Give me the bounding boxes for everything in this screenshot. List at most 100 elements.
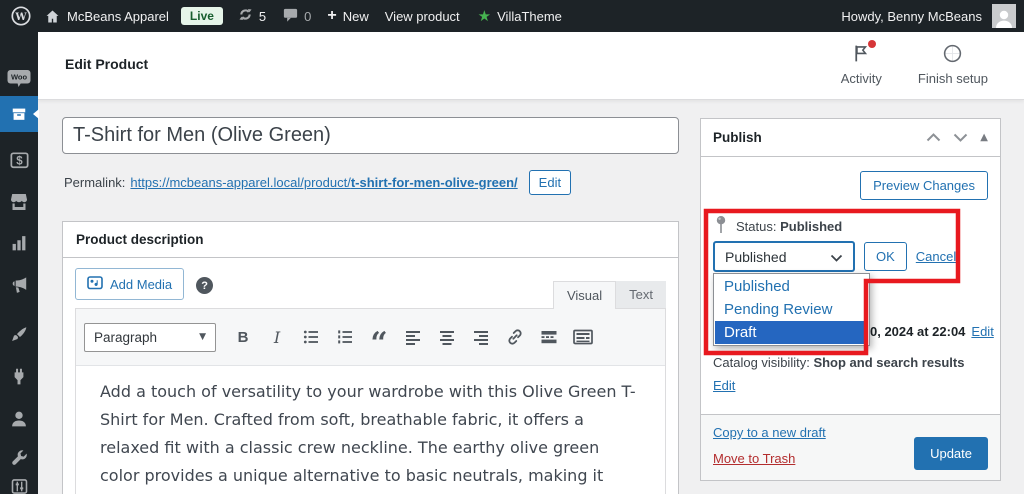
admin-bar: W McBeans Apparel Live 5 [0, 0, 1024, 32]
pin-icon [715, 215, 727, 237]
bold-button[interactable]: B [228, 323, 258, 351]
howdy-account-link[interactable]: Howdy, Benny McBeans [841, 9, 982, 24]
comments-item[interactable]: 0 [282, 6, 311, 26]
italic-button[interactable]: I [262, 323, 292, 351]
numbered-list-button[interactable] [330, 323, 360, 351]
product-title-input[interactable] [62, 117, 679, 154]
option-published[interactable]: Published [715, 275, 868, 298]
active-item-notch [28, 109, 39, 119]
product-description-text[interactable]: Add a touch of versatility to your wardr… [76, 366, 665, 494]
panel-header-icons: ▲ [926, 130, 988, 145]
sidebar-item-settings[interactable] [0, 476, 38, 494]
view-product-link[interactable]: View product [385, 9, 460, 24]
publish-title: Publish [713, 130, 762, 145]
sidebar-item-products-active[interactable] [0, 96, 38, 132]
collapse-panel-icon[interactable]: ▲ [980, 132, 988, 143]
catalog-visibility-label: Catalog visibility: [713, 355, 813, 370]
align-center-button[interactable] [432, 323, 462, 351]
status-text: Status: Published [736, 219, 842, 234]
permalink-base: https://mcbeans-apparel.local/product/ [130, 175, 350, 190]
update-count: 5 [259, 9, 266, 24]
sidebar-item-users[interactable] [0, 408, 38, 430]
option-draft-selected[interactable]: Draft [715, 321, 868, 344]
preview-changes-button[interactable]: Preview Changes [860, 171, 988, 200]
permalink-row: Permalink: https://mcbeans-apparel.local… [64, 168, 571, 196]
publish-panel-header[interactable]: Publish ▲ [701, 119, 1000, 157]
comment-count: 0 [304, 9, 311, 24]
add-media-icon [87, 275, 103, 293]
option-pending-review[interactable]: Pending Review [715, 298, 868, 321]
dropdown-arrow-icon: ▼ [199, 332, 206, 342]
read-more-tag-button[interactable] [534, 323, 564, 351]
align-right-button[interactable] [466, 323, 496, 351]
preview-row: Preview Changes [860, 171, 988, 200]
site-name-link[interactable]: McBeans Apparel [67, 9, 169, 24]
sidebar-item-analytics[interactable] [0, 232, 38, 254]
sidebar-item-woocommerce[interactable]: Woo [0, 68, 38, 90]
sidebar-item-appearance[interactable] [0, 324, 38, 346]
catalog-visibility-row: Catalog visibility: Shop and search resu… [713, 354, 988, 396]
wp-logo-letter: W [14, 12, 27, 23]
finish-setup-button[interactable]: Finish setup [918, 43, 988, 86]
publish-panel: Publish ▲ Preview Changes [700, 118, 1001, 481]
status-select-row: Published OK Cancel [713, 241, 956, 272]
blockquote-button[interactable]: “ [364, 330, 394, 358]
sidebar-item-store[interactable] [0, 190, 38, 214]
help-icon[interactable]: ? [196, 277, 213, 294]
editor-box: Paragraph ▼ B I [75, 308, 666, 494]
published-on-row-partial: 0, 2024 at 22:04 Edit [870, 324, 994, 339]
add-media-button[interactable]: Add Media [75, 268, 184, 300]
permalink-link[interactable]: https://mcbeans-apparel.local/product/t-… [130, 175, 517, 190]
catalog-edit-link[interactable]: Edit [713, 378, 735, 393]
tab-visual[interactable]: Visual [553, 281, 616, 309]
sidebar-item-payments[interactable]: $ [0, 149, 38, 172]
home-icon[interactable] [44, 8, 61, 25]
editor-area: Add Media ? Visual Text Paragraph ▼ B I [75, 268, 666, 494]
status-value: Published [780, 219, 842, 234]
move-down-icon[interactable] [953, 130, 968, 145]
publish-panel-body: Preview Changes Status: Published Publis… [701, 157, 1000, 414]
notification-dot [868, 40, 876, 48]
bulleted-list-button[interactable] [296, 323, 326, 351]
villatheme-label: VillaTheme [497, 9, 562, 24]
products-box-icon [9, 104, 29, 124]
villatheme-item[interactable]: ★ VillaTheme [478, 9, 562, 24]
permalink-edit-button[interactable]: Edit [529, 170, 571, 195]
sidebar-item-tools[interactable] [0, 448, 38, 470]
sidebar-item-plugins[interactable] [0, 366, 38, 388]
copy-to-new-draft-link[interactable]: Copy to a new draft [713, 425, 826, 440]
editor-tabs: Visual Text [553, 281, 666, 308]
tab-text[interactable]: Text [616, 281, 666, 308]
cancel-link[interactable]: Cancel [916, 249, 956, 264]
move-to-trash-link[interactable]: Move to Trash [713, 451, 795, 466]
new-menu-item[interactable]: + New [327, 8, 368, 24]
avatar[interactable] [992, 4, 1016, 28]
header-actions: Activity Finish setup [841, 43, 988, 86]
activity-button[interactable]: Activity [841, 43, 882, 86]
status-select-value: Published [725, 249, 787, 265]
toolbar-toggle-keyboard-button[interactable] [568, 323, 598, 351]
activity-flag-icon [851, 43, 872, 67]
live-badge: Live [181, 7, 223, 25]
admin-sidebar: Woo $ [0, 32, 38, 494]
ok-button[interactable]: OK [864, 242, 907, 271]
woo-bubble-text: Woo [11, 73, 28, 82]
move-up-icon[interactable] [926, 130, 941, 145]
status-label: Status: [736, 219, 776, 234]
sidebar-item-marketing[interactable] [0, 274, 38, 297]
wordpress-logo-icon[interactable]: W [10, 5, 32, 27]
published-on-edit-link[interactable]: Edit [971, 324, 993, 339]
published-on-date-partial: 0, 2024 at 22:04 [870, 324, 965, 339]
product-description-panel: Product description Add Media ? Visual [62, 221, 679, 494]
updates-item[interactable]: 5 [237, 6, 266, 26]
insert-link-button[interactable] [500, 323, 530, 351]
status-select[interactable]: Published [713, 241, 855, 272]
editor-toolbar: Paragraph ▼ B I [76, 309, 665, 366]
chevron-down-icon [830, 249, 843, 265]
publish-panel-footer: Copy to a new draft Move to Trash Update [701, 414, 1000, 480]
align-left-button[interactable] [398, 323, 428, 351]
update-button[interactable]: Update [914, 437, 988, 470]
permalink-label: Permalink: [64, 175, 125, 190]
paragraph-style-select[interactable]: Paragraph ▼ [84, 323, 216, 352]
dollar-glyph: $ [16, 155, 23, 167]
